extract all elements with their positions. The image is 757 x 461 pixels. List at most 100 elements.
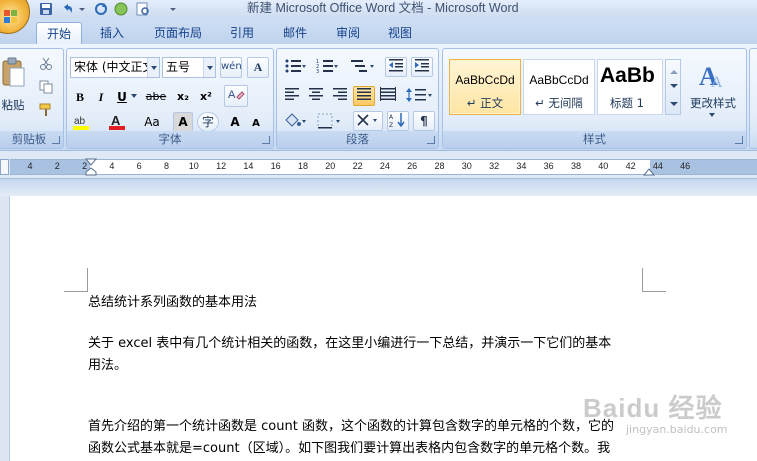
align-center-button[interactable] [305, 86, 327, 106]
crop-mark-top-right [642, 268, 666, 292]
style-normal-sample: AaBbCcDd [455, 73, 515, 87]
ruler-tick-label: 26 [407, 161, 418, 171]
baidu-watermark: Baidu 经验 [583, 393, 723, 423]
styles-gallery-scroll[interactable] [665, 59, 681, 115]
underline-dropdown-icon[interactable] [131, 94, 137, 101]
tab-selector[interactable] [0, 159, 9, 175]
vertical-ruler[interactable] [0, 196, 10, 461]
enclose-characters-button[interactable]: 字 [197, 112, 219, 132]
sort-button[interactable]: AZ [387, 111, 409, 131]
borders-button[interactable] [315, 111, 345, 131]
ruler-tick-label: 34 [516, 161, 527, 171]
style-no-spacing[interactable]: AaBbCcDd ↵ 无间隔 [523, 59, 595, 115]
ruler-tick-label: 28 [434, 161, 445, 171]
tab-view[interactable]: 视图 [378, 22, 422, 44]
circle-button-icon[interactable] [113, 1, 129, 17]
baidu-watermark-url: jingyan.baidu.com [626, 423, 728, 436]
customize-toolbar-icon[interactable] [168, 1, 178, 17]
ruler-tick-label: 30 [461, 161, 472, 171]
doc-paragraph[interactable]: 函数公式基本就是=count（区域）。如下图我们要计算出表格内包含数字的单元格个… [88, 438, 648, 460]
italic-button[interactable]: I [92, 87, 110, 107]
ruler-tick-label: 14 [243, 161, 254, 171]
clipboard-group: 粘贴 剪贴板 [0, 48, 64, 149]
font-group: 宋体 (中文正文 五号 wén A B I U abe x₂ x² A ab A… [66, 48, 274, 149]
superscript-button[interactable]: x² [196, 87, 216, 107]
justify-button[interactable] [353, 86, 375, 106]
multilevel-list-button[interactable] [349, 57, 377, 77]
save-icon[interactable] [38, 1, 54, 17]
paste-button[interactable]: 粘贴 [0, 95, 31, 115]
clipboard-dialog-launcher[interactable] [52, 136, 60, 144]
doc-paragraph-title[interactable]: 总结统计系列函数的基本用法 [88, 292, 648, 314]
font-name-value: 宋体 (中文正文 [74, 60, 155, 74]
ruler-tick-label: 10 [188, 161, 199, 171]
cut-icon[interactable] [39, 57, 53, 71]
ruler-tick-label: 24 [379, 161, 390, 171]
font-size-dropdown-icon[interactable] [203, 58, 215, 77]
tab-page-layout[interactable]: 页面布局 [145, 22, 211, 44]
underline-button[interactable]: U [113, 87, 131, 107]
ruler-tick-label: 36 [543, 161, 554, 171]
tab-mailings[interactable]: 邮件 [273, 22, 317, 44]
align-center-icon [309, 88, 323, 100]
ruler-tick-label: 2 [82, 161, 88, 171]
phonetic-guide-button[interactable]: wén [220, 57, 242, 78]
font-size-combo[interactable]: 五号 [162, 57, 216, 78]
doc-paragraph[interactable]: 关于 excel 表中有几个统计相关的函数，在这里小编进行一下总结，并演示一下它… [88, 333, 648, 355]
numbering-button[interactable]: 1 2 3 [315, 57, 339, 77]
clear-formatting-icon: A [228, 89, 245, 101]
strikethrough-button[interactable]: abe [143, 87, 169, 107]
print-preview-icon[interactable] [135, 1, 151, 17]
clear-formatting-button[interactable]: A [224, 85, 248, 107]
paste-icon[interactable] [1, 57, 27, 89]
decrease-indent-button[interactable] [385, 57, 407, 77]
horizontal-ruler[interactable]: 4 2 2 4 6 8 10 12 14 16 18 20 22 24 26 28 30 32 34 36 38 40 42… [0, 151, 757, 179]
font-dialog-launcher[interactable] [262, 136, 270, 144]
bold-button[interactable]: B [70, 87, 90, 107]
change-case-button[interactable]: Aa [137, 112, 167, 132]
character-border-button[interactable]: A [247, 57, 269, 78]
grow-font-button[interactable]: A [225, 112, 245, 132]
subscript-button[interactable]: x₂ [173, 87, 193, 107]
repeat-icon[interactable] [93, 1, 109, 17]
font-name-dropdown-icon[interactable] [147, 58, 159, 77]
doc-paragraph[interactable]: 首先介绍的第一个统计函数是 count 函数，这个函数的计算包含数字的单元格的个… [88, 416, 648, 438]
character-shading-button[interactable]: A [173, 112, 193, 132]
shading-button[interactable] [281, 111, 309, 131]
font-color-button[interactable]: A [105, 112, 129, 132]
scroll-up-icon[interactable] [670, 66, 678, 74]
style-normal[interactable]: AaBbCcDd ↵ 正文 [449, 59, 521, 115]
increase-indent-button[interactable] [411, 57, 433, 77]
line-spacing-button[interactable] [405, 86, 435, 106]
paragraph-dialog-launcher[interactable] [427, 136, 435, 144]
decrease-indent-icon [389, 59, 403, 72]
align-left-button[interactable] [281, 86, 303, 106]
tab-insert[interactable]: 插入 [90, 22, 134, 44]
align-left-icon [285, 88, 299, 100]
ruler-strip[interactable]: 4 2 2 4 6 8 10 12 14 16 18 20 22 24 26 28 30 32 34 36 38 40 42… [10, 158, 757, 176]
style-heading-1[interactable]: AaBb 标题 1 [597, 59, 663, 115]
styles-dialog-launcher[interactable] [735, 136, 743, 144]
tab-home[interactable]: 开始 [36, 22, 82, 44]
undo-icon[interactable] [60, 1, 76, 17]
undo-dropdown-icon[interactable] [78, 1, 86, 17]
chinese-layout-icon [357, 114, 377, 126]
svg-text:A: A [389, 114, 394, 121]
align-right-button[interactable] [329, 86, 351, 106]
copy-icon[interactable] [39, 80, 53, 94]
doc-paragraph[interactable]: 用法。 [88, 355, 648, 377]
tab-review[interactable]: 审阅 [326, 22, 370, 44]
bullets-button[interactable] [283, 57, 307, 77]
change-styles-button[interactable]: A A 更改样式 [683, 55, 743, 129]
gallery-more-icon[interactable] [670, 102, 678, 110]
distribute-button[interactable] [377, 86, 399, 106]
show-formatting-marks-button[interactable]: ¶ [413, 111, 435, 131]
scroll-down-icon[interactable] [670, 84, 678, 92]
tab-references[interactable]: 引用 [220, 22, 264, 44]
format-painter-icon[interactable] [39, 103, 53, 117]
sort-icon: AZ [389, 113, 405, 129]
font-name-combo[interactable]: 宋体 (中文正文 [70, 57, 160, 78]
paragraph-group: 1 2 3 A Z ¶ 段落 [276, 48, 439, 149]
highlight-button[interactable]: ab [71, 112, 93, 132]
chinese-layout-button[interactable] [353, 111, 383, 131]
